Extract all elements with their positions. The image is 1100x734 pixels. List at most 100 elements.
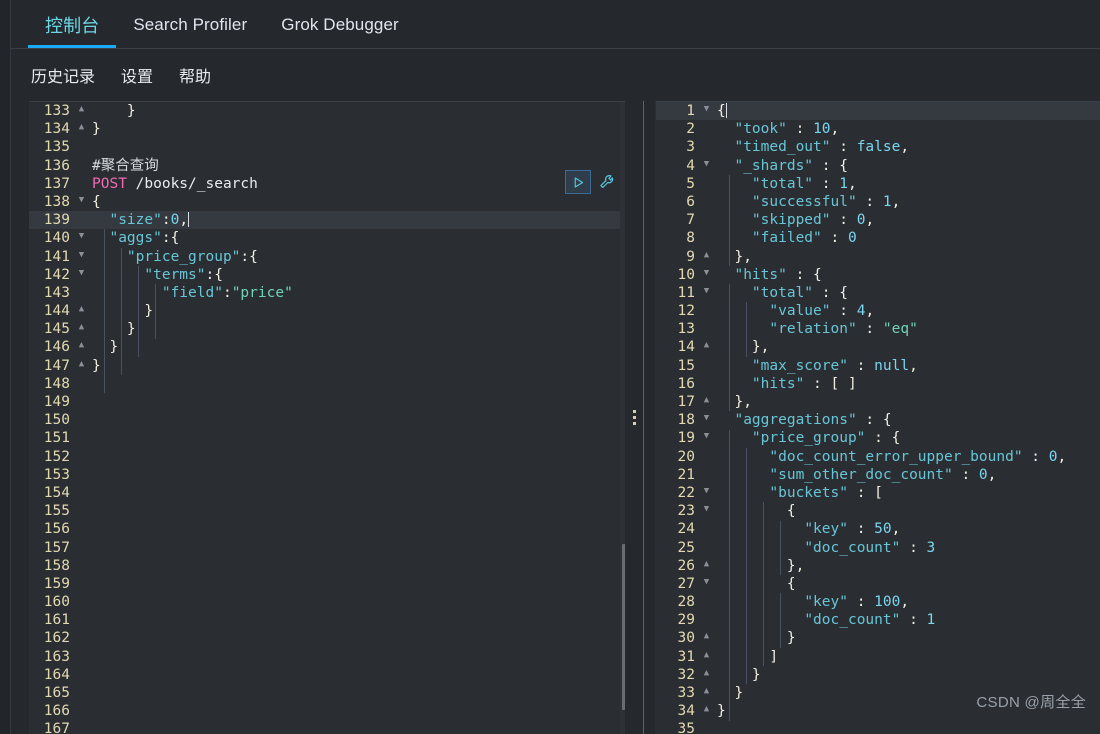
code-line[interactable]: 157 xyxy=(29,539,631,557)
code-line[interactable]: 138 ▼{ xyxy=(29,193,631,211)
code-line[interactable]: 25 "doc_count" : 3 xyxy=(656,539,1100,557)
code-line[interactable]: 142 ▼ "terms":{ xyxy=(29,266,631,284)
code-line[interactable]: 30 ▲ } xyxy=(656,629,1100,647)
tab-console[interactable]: 控制台 xyxy=(28,0,117,49)
code-line[interactable]: 18 ▼ "aggregations" : { xyxy=(656,411,1100,429)
code-line[interactable]: 16 "hits" : [ ] xyxy=(656,375,1100,393)
code-line[interactable]: 35 xyxy=(656,720,1100,734)
code-line[interactable]: 8 "failed" : 0 xyxy=(656,229,1100,247)
fold-collapse-icon[interactable]: ▼ xyxy=(700,157,713,175)
code-line[interactable]: 145 ▲ } xyxy=(29,320,631,338)
code-line[interactable]: 150 xyxy=(29,411,631,429)
wrench-icon[interactable] xyxy=(595,170,619,194)
code-line[interactable]: 147 ▲} xyxy=(29,357,631,375)
code-line[interactable]: 152 xyxy=(29,448,631,466)
response-pane[interactable]: 1 ▼{2 "took" : 10, 3 "timed_out" : false, 4… xyxy=(655,101,1100,734)
code-line[interactable]: 146 ▲ } xyxy=(29,338,631,356)
tab-grok-debugger[interactable]: Grok Debugger xyxy=(264,0,416,49)
code-line[interactable]: 161 xyxy=(29,611,631,629)
response-code[interactable]: 1 ▼{2 "took" : 10, 3 "timed_out" : false, 4… xyxy=(656,102,1100,734)
code-line[interactable]: 165 xyxy=(29,684,631,702)
code-line[interactable]: 143 "field":"price" xyxy=(29,284,631,302)
code-line[interactable]: 153 xyxy=(29,466,631,484)
menu-help[interactable]: 帮助 xyxy=(177,60,213,90)
code-line[interactable]: 144 ▲ } xyxy=(29,302,631,320)
code-line[interactable]: 21 "sum_other_doc_count" : 0, xyxy=(656,466,1100,484)
code-line[interactable]: 135 xyxy=(29,138,631,156)
code-line[interactable]: 155 xyxy=(29,502,631,520)
fold-expand-icon[interactable]: ▲ xyxy=(75,357,88,375)
fold-collapse-icon[interactable]: ▼ xyxy=(700,502,713,520)
code-text: "hits" : [ ] xyxy=(751,375,857,392)
fold-collapse-icon[interactable]: ▼ xyxy=(700,429,713,447)
code-line[interactable]: 166 xyxy=(29,702,631,720)
code-line[interactable]: 20 "doc_count_error_upper_bound" : 0, xyxy=(656,448,1100,466)
code-line[interactable]: 156 xyxy=(29,520,631,538)
code-line[interactable]: 27 ▼ { xyxy=(656,575,1100,593)
fold-collapse-icon[interactable]: ▼ xyxy=(700,102,713,120)
code-line[interactable]: 7 "skipped" : 0, xyxy=(656,211,1100,229)
code-line[interactable]: 6 "successful" : 1, xyxy=(656,193,1100,211)
code-line[interactable]: 2 "took" : 10, xyxy=(656,120,1100,138)
code-line[interactable]: 4 ▼ "_shards" : { xyxy=(656,157,1100,175)
code-line[interactable]: 13 "relation" : "eq" xyxy=(656,320,1100,338)
tab-search-profiler[interactable]: Search Profiler xyxy=(116,0,264,49)
code-line[interactable]: 158 xyxy=(29,557,631,575)
code-line[interactable]: 5 "total" : 1, xyxy=(656,175,1100,193)
code-line[interactable]: 14 ▲ }, xyxy=(656,338,1100,356)
code-line[interactable]: 148 xyxy=(29,375,631,393)
code-line[interactable]: 9 ▲ }, xyxy=(656,248,1100,266)
code-line[interactable]: 136 #聚合查询 xyxy=(29,157,631,175)
fold-expand-icon[interactable]: ▲ xyxy=(700,702,713,720)
fold-collapse-icon[interactable]: ▼ xyxy=(75,266,88,284)
code-text: POST /books/_search xyxy=(92,175,258,192)
code-text: #聚合查询 xyxy=(92,157,159,174)
code-line[interactable]: 159 xyxy=(29,575,631,593)
code-line[interactable]: 1 ▼{ xyxy=(656,102,1100,121)
fold-collapse-icon[interactable]: ▼ xyxy=(700,284,713,302)
code-line[interactable]: 134 ▲} xyxy=(29,120,631,138)
code-line[interactable]: 22 ▼ "buckets" : [ xyxy=(656,484,1100,502)
code-line[interactable]: 162 xyxy=(29,629,631,647)
code-line[interactable]: 15 "max_score" : null, xyxy=(656,357,1100,375)
code-line[interactable]: 11 ▼ "total" : { xyxy=(656,284,1100,302)
code-line[interactable]: 151 xyxy=(29,429,631,447)
fold-expand-icon[interactable]: ▲ xyxy=(75,120,88,138)
code-line[interactable]: 167 xyxy=(29,720,631,734)
code-line[interactable]: 31 ▲ ] xyxy=(656,648,1100,666)
code-line[interactable]: 154 xyxy=(29,484,631,502)
code-line[interactable]: 29 "doc_count" : 1 xyxy=(656,611,1100,629)
pane-resize-handle[interactable] xyxy=(625,101,643,734)
fold-expand-icon[interactable]: ▲ xyxy=(700,338,713,356)
code-line[interactable]: 163 xyxy=(29,648,631,666)
code-line[interactable]: 19 ▼ "price_group" : { xyxy=(656,429,1100,447)
play-icon[interactable] xyxy=(565,170,591,194)
request-pane[interactable]: 133 ▲ } 134 ▲} 135 136 #聚合查询 137 POST /books/_se… xyxy=(29,101,631,734)
code-line[interactable]: 141 ▼ "price_group":{ xyxy=(29,248,631,266)
code-line[interactable]: 24 "key" : 50, xyxy=(656,520,1100,538)
code-line[interactable]: 140 ▼ "aggs":{ xyxy=(29,229,631,247)
code-line[interactable]: 137 POST /books/_search xyxy=(29,175,631,193)
code-line[interactable]: 149 xyxy=(29,393,631,411)
code-line[interactable]: 164 xyxy=(29,666,631,684)
code-text: "successful" : 1, xyxy=(751,193,901,210)
line-number: 145 xyxy=(43,321,70,338)
menu-settings[interactable]: 设置 xyxy=(119,60,155,90)
code-line[interactable]: 23 ▼ { xyxy=(656,502,1100,520)
fold-collapse-icon[interactable]: ▼ xyxy=(75,193,88,211)
code-line[interactable]: 12 "value" : 4, xyxy=(656,302,1100,320)
code-line[interactable]: 139 "size":0, xyxy=(29,211,631,230)
code-line[interactable]: 3 "timed_out" : false, xyxy=(656,138,1100,156)
code-line[interactable]: 133 ▲ } xyxy=(29,102,631,120)
code-line[interactable]: 26 ▲ }, xyxy=(656,557,1100,575)
code-line[interactable]: 17 ▲ }, xyxy=(656,393,1100,411)
code-line[interactable]: 160 xyxy=(29,593,631,611)
fold-collapse-icon[interactable]: ▼ xyxy=(700,575,713,593)
menu-history[interactable]: 历史记录 xyxy=(29,60,97,90)
code-line[interactable]: 32 ▲ } xyxy=(656,666,1100,684)
code-line[interactable]: 28 "key" : 100, xyxy=(656,593,1100,611)
request-code[interactable]: 133 ▲ } 134 ▲} 135 136 #聚合查询 137 POST /books/_se… xyxy=(29,102,631,734)
code-line[interactable]: 10 ▼ "hits" : { xyxy=(656,266,1100,284)
